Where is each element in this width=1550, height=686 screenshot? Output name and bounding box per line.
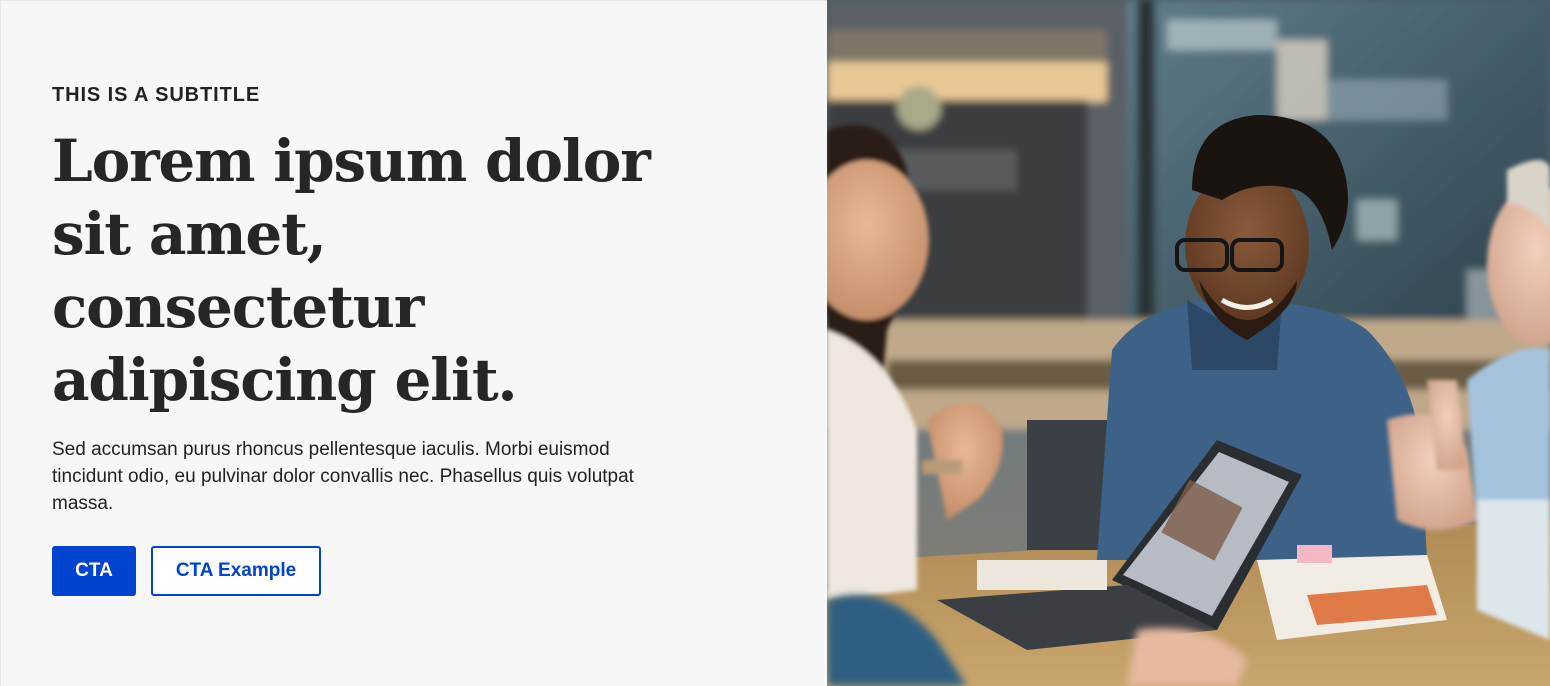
hero-headline: Lorem ipsum dolor sit amet, consectetur …: [52, 127, 651, 414]
hero-photo: [827, 0, 1550, 686]
hero-content: THIS IS A SUBTITLE Lorem ipsum dolor sit…: [0, 0, 827, 686]
hero-subtitle: THIS IS A SUBTITLE: [52, 84, 261, 106]
hero-body-text: Sed accumsan purus rhoncus pellentesque …: [52, 439, 634, 514]
secondary-cta-button[interactable]: CTA Example: [151, 546, 321, 596]
team-meeting-photo: [827, 0, 1550, 686]
hero-section: THIS IS A SUBTITLE Lorem ipsum dolor sit…: [0, 0, 1550, 686]
primary-cta-button[interactable]: CTA: [52, 546, 136, 596]
hero-actions: CTA CTA Example: [52, 546, 827, 596]
